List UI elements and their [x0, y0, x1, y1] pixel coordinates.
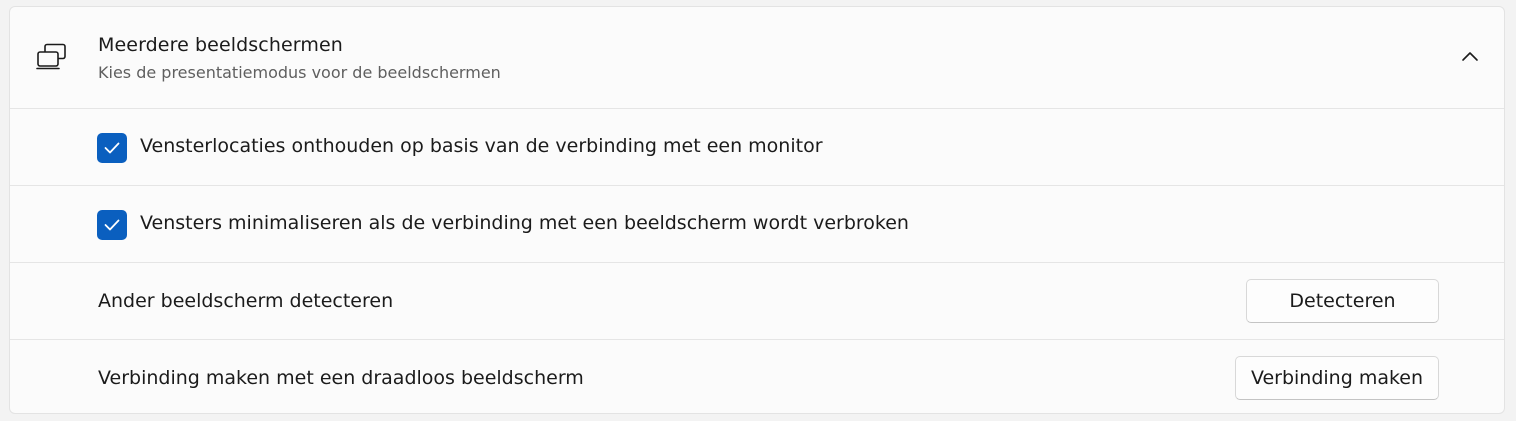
detect-button[interactable]: Detecteren — [1246, 279, 1439, 323]
multiple-displays-header[interactable]: Meerdere beeldschermen Kies de presentat… — [10, 7, 1504, 108]
option-row-minimize-windows: Vensters minimaliseren als de verbinding… — [10, 185, 1504, 262]
option-row-remember-locations: Vensterlocaties onthouden op basis van d… — [10, 108, 1504, 185]
detect-display-label: Ander beeldscherm detecteren — [98, 290, 394, 312]
remember-window-locations-label[interactable]: Vensterlocaties onthouden op basis van d… — [140, 135, 823, 157]
multiple-displays-panel: Meerdere beeldschermen Kies de presentat… — [9, 6, 1505, 414]
connect-button[interactable]: Verbinding maken — [1235, 356, 1439, 400]
detect-display-row: Ander beeldscherm detecteren Detecteren — [10, 262, 1504, 339]
multiple-displays-icon — [36, 43, 70, 71]
minimize-windows-label[interactable]: Vensters minimaliseren als de verbinding… — [140, 212, 909, 234]
minimize-windows-checkbox[interactable] — [97, 210, 127, 240]
chevron-up-icon[interactable] — [1458, 45, 1482, 69]
section-subtitle: Kies de presentatiemodus voor de beeldsc… — [98, 63, 501, 82]
wireless-display-row: Verbinding maken met een draadloos beeld… — [10, 339, 1504, 413]
section-title: Meerdere beeldschermen — [98, 34, 343, 56]
wireless-display-label: Verbinding maken met een draadloos beeld… — [98, 367, 584, 389]
remember-window-locations-checkbox[interactable] — [97, 133, 127, 163]
